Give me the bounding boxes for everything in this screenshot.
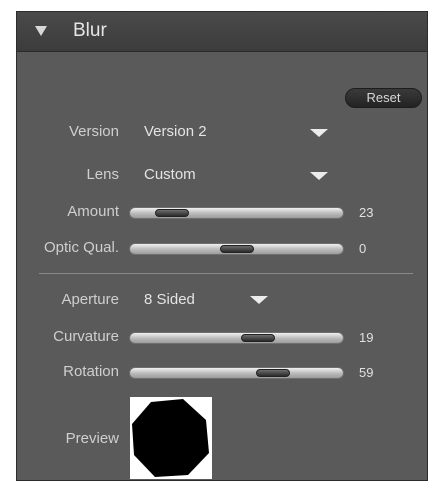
- amount-slider[interactable]: [129, 206, 344, 220]
- rotation-slider-thumb[interactable]: [256, 369, 290, 377]
- amount-label: Amount: [67, 203, 119, 220]
- lens-value[interactable]: Custom: [144, 166, 196, 183]
- optic-quality-slider-thumb[interactable]: [220, 245, 254, 253]
- blur-panel: Blur Reset Version Version 2 Lens Custom…: [16, 11, 428, 481]
- optic-quality-value: 0: [359, 241, 367, 256]
- rotation-label: Rotation: [63, 363, 119, 380]
- rotation-slider-track[interactable]: [129, 367, 344, 379]
- amount-value: 23: [359, 205, 374, 220]
- aperture-dropdown-arrow-icon[interactable]: [250, 296, 268, 304]
- rotation-slider[interactable]: [129, 366, 344, 380]
- panel-header[interactable]: Blur: [17, 12, 427, 52]
- lens-label: Lens: [86, 166, 119, 183]
- octagon-aperture-icon: [132, 399, 209, 477]
- rotation-value: 59: [359, 365, 374, 380]
- aperture-preview: [130, 397, 212, 479]
- version-value[interactable]: Version 2: [144, 123, 207, 140]
- curvature-slider-thumb[interactable]: [241, 334, 275, 342]
- lens-dropdown-arrow-icon[interactable]: [310, 172, 328, 180]
- optic-quality-slider[interactable]: [129, 242, 344, 256]
- curvature-slider[interactable]: [129, 331, 344, 345]
- panel-title: Blur: [73, 20, 107, 41]
- reset-button[interactable]: Reset: [345, 88, 422, 108]
- curvature-value: 19: [359, 330, 374, 345]
- amount-slider-thumb[interactable]: [155, 209, 189, 217]
- aperture-value[interactable]: 8 Sided: [144, 291, 195, 308]
- disclosure-triangle-icon[interactable]: [35, 26, 47, 36]
- version-dropdown-arrow-icon[interactable]: [310, 129, 328, 137]
- optic-quality-label: Optic Qual.: [43, 239, 119, 256]
- version-label: Version: [68, 123, 119, 140]
- section-divider: [39, 273, 413, 274]
- curvature-label: Curvature: [53, 328, 119, 345]
- preview-label: Preview: [65, 430, 119, 447]
- curvature-slider-track[interactable]: [129, 332, 344, 344]
- aperture-label: Aperture: [61, 291, 119, 308]
